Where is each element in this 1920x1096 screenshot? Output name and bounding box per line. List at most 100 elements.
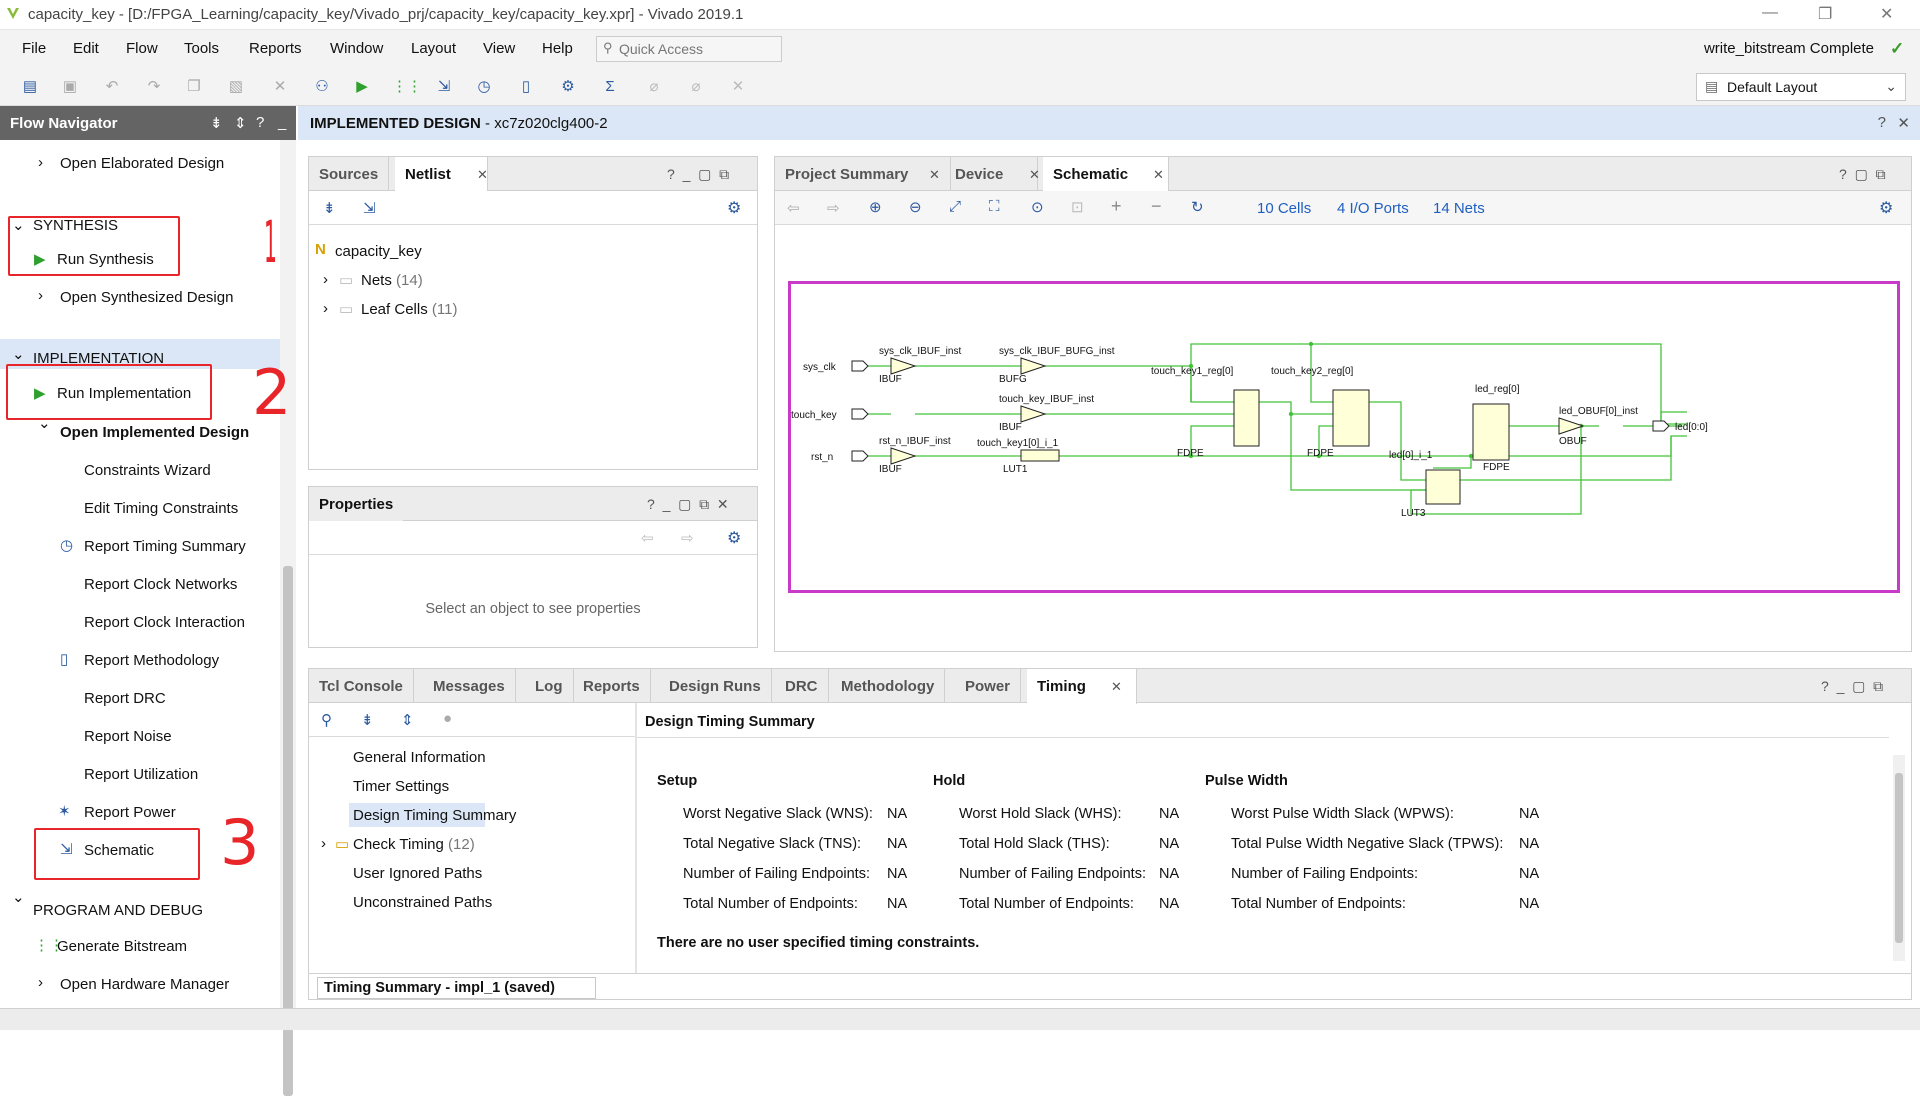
run-icon[interactable]: ▶	[352, 77, 372, 97]
refresh-icon[interactable]: ↻	[1191, 198, 1204, 216]
menu-tools[interactable]: Tools	[184, 40, 219, 57]
tab-methodology[interactable]: Methodology	[831, 669, 946, 703]
expand-all-icon[interactable]: ⇕	[234, 114, 247, 132]
menu-window[interactable]: Window	[330, 40, 383, 57]
close-icon[interactable]: ✕	[1897, 114, 1910, 132]
fn-generate-bitstream[interactable]: Generate Bitstream	[57, 938, 187, 955]
fn-report-power[interactable]: Report Power	[84, 804, 176, 821]
timing-tree-check-timing[interactable]: Check Timing (12)	[353, 836, 475, 853]
schematic-canvas[interactable]: sys_clk touch_key rst_n led[0:0] sys_clk…	[788, 281, 1900, 593]
ibuf-sys_clk[interactable]	[890, 357, 917, 375]
gear-icon[interactable]: ⚙	[727, 528, 741, 548]
find-icon[interactable]: ⚇	[312, 77, 332, 97]
netlist-leaf-cells[interactable]: Leaf Cells (11)	[361, 301, 457, 318]
expand-icon[interactable]: ⇕	[401, 711, 414, 729]
quick-access-input[interactable]: ⚲ Quick Access	[596, 36, 782, 62]
paste-icon[interactable]: ▧	[226, 77, 246, 97]
obuf[interactable]	[1558, 417, 1585, 435]
timing-tree-general[interactable]: General Information	[353, 749, 486, 766]
zoom-out-icon[interactable]: ⊖	[909, 198, 922, 216]
save-icon[interactable]: ▣	[60, 77, 80, 97]
collapse-icon[interactable]: ⇟	[323, 199, 336, 217]
disabled-tool2-icon[interactable]: ⌀	[686, 77, 706, 97]
ff-touch_key1[interactable]	[1233, 389, 1260, 447]
fn-open-hardware-manager[interactable]: Open Hardware Manager	[60, 976, 229, 993]
fn-edit-timing[interactable]: Edit Timing Constraints	[84, 500, 238, 517]
tab-log[interactable]: Log	[525, 669, 574, 703]
expand-icon[interactable]: +	[1111, 196, 1122, 217]
zoom-area-icon[interactable]: ⛶	[989, 198, 1000, 215]
tab-tcl-console[interactable]: Tcl Console	[309, 669, 414, 703]
forward-icon[interactable]: ⇨	[827, 199, 840, 217]
menu-edit[interactable]: Edit	[73, 40, 99, 57]
close-tab-icon[interactable]: ✕	[929, 167, 940, 183]
disabled-tool-icon[interactable]: ⌀	[644, 77, 664, 97]
back-icon[interactable]: ⇦	[641, 529, 654, 547]
undo-icon[interactable]: ↶	[102, 77, 122, 97]
close-tab-icon[interactable]: ✕	[1111, 679, 1122, 695]
help-icon[interactable]: ?	[256, 114, 264, 131]
help-icon[interactable]: ?	[1878, 114, 1886, 131]
tab-device[interactable]: Device	[945, 157, 1039, 191]
expand-arrow-icon[interactable]: ›	[321, 835, 326, 852]
port-rst_n[interactable]	[851, 450, 869, 462]
tab-project-summary[interactable]: Project Summary	[775, 157, 952, 191]
bufg[interactable]	[1020, 357, 1047, 375]
expand-arrow-icon[interactable]: ›	[323, 271, 328, 288]
lut3[interactable]	[1425, 469, 1461, 505]
port-touch_key[interactable]	[851, 408, 869, 420]
tab-design-runs[interactable]: Design Runs	[659, 669, 772, 703]
close-window-button[interactable]: ✕	[1880, 4, 1893, 24]
program-icon[interactable]: ⇲	[434, 77, 454, 97]
timing-tree-unconstrained[interactable]: Unconstrained Paths	[353, 894, 492, 911]
close-tab-icon[interactable]: ✕	[1029, 167, 1040, 183]
tab-drc[interactable]: DRC	[775, 669, 829, 703]
close-tab-icon[interactable]: ✕	[477, 167, 488, 183]
schematic-icon[interactable]: ⇲	[363, 199, 376, 217]
tab-sources[interactable]: Sources	[309, 157, 390, 191]
timing-icon[interactable]: ◷	[474, 77, 494, 97]
netlist-nets[interactable]: Nets (14)	[361, 272, 423, 289]
report-icon[interactable]: ▯	[516, 77, 536, 97]
minimize-panel-icon[interactable]: _	[278, 114, 286, 131]
fn-report-noise[interactable]: Report Noise	[84, 728, 172, 745]
menu-flow[interactable]: Flow	[126, 40, 158, 57]
fn-report-clock-networks[interactable]: Report Clock Networks	[84, 576, 237, 593]
ports-icon[interactable]: ⊡	[1071, 198, 1084, 216]
select-icon[interactable]: ⊙	[1031, 198, 1044, 216]
menu-reports[interactable]: Reports	[249, 40, 302, 57]
forward-icon[interactable]: ⇨	[681, 529, 694, 547]
tab-netlist[interactable]: Netlist	[395, 157, 488, 192]
open-project-icon[interactable]: ▤	[20, 77, 40, 97]
tab-schematic[interactable]: Schematic	[1043, 157, 1170, 192]
tab-reports[interactable]: Reports	[573, 669, 651, 703]
settings-icon[interactable]: ⚙	[558, 77, 578, 97]
menu-help[interactable]: Help	[542, 40, 573, 57]
copy-icon[interactable]: ❐	[184, 77, 204, 97]
schematic-svg[interactable]: sys_clk touch_key rst_n led[0:0] sys_clk…	[791, 284, 1897, 590]
gear-icon[interactable]: ⚙	[727, 198, 741, 218]
port-sys_clk[interactable]	[851, 360, 869, 372]
redo-icon[interactable]: ↷	[144, 77, 164, 97]
splitter[interactable]	[635, 703, 637, 973]
ff-led[interactable]	[1472, 403, 1510, 461]
minimize-button[interactable]: —	[1762, 4, 1778, 22]
timing-tree-design-summary[interactable]: Design Timing Summary	[353, 807, 516, 824]
cells-link[interactable]: 10 Cells	[1257, 200, 1311, 217]
collapse-icon[interactable]: −	[1151, 196, 1162, 217]
menu-view[interactable]: View	[483, 40, 515, 57]
collapse-all-icon[interactable]: ⇟	[210, 114, 223, 132]
fn-report-drc[interactable]: Report DRC	[84, 690, 166, 707]
fn-report-methodology[interactable]: Report Methodology	[84, 652, 219, 669]
collapse-icon[interactable]: ⇟	[361, 711, 374, 729]
fn-open-elaborated[interactable]: Open Elaborated Design	[60, 155, 224, 172]
back-icon[interactable]: ⇦	[787, 199, 800, 217]
timing-summary-tab[interactable]: Timing Summary - impl_1 (saved)	[317, 977, 596, 999]
port-led[interactable]	[1652, 420, 1670, 432]
delete-icon[interactable]: ✕	[270, 77, 290, 97]
ibuf-touch_key[interactable]	[1020, 405, 1047, 423]
record-icon[interactable]: ●	[443, 710, 452, 727]
fn-open-synthesized[interactable]: Open Synthesized Design	[60, 289, 233, 306]
gear-icon[interactable]: ⚙	[1879, 198, 1893, 218]
timing-tree-user-ignored[interactable]: User Ignored Paths	[353, 865, 482, 882]
